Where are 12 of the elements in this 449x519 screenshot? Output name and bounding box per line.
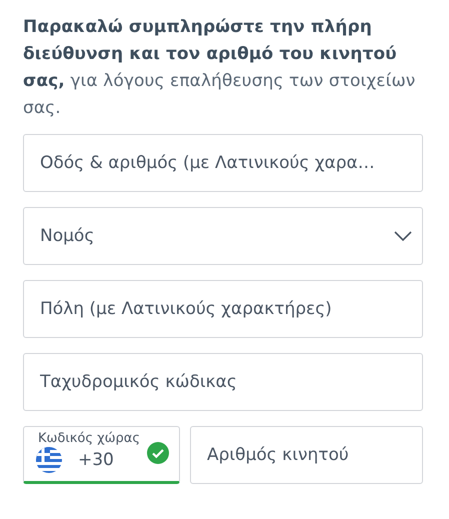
phone-input-field[interactable]: Αριθμός κινητού — [190, 426, 423, 484]
check-icon — [147, 442, 169, 464]
flag-icon — [36, 447, 62, 473]
chevron-icon — [394, 231, 412, 241]
dropdown-field[interactable]: Νομός — [23, 207, 423, 265]
input-field[interactable]: Ταχυδρομικός κώδικας — [23, 353, 423, 411]
country-code: +30 — [78, 450, 114, 470]
input-field[interactable]: Πόλη (με Λατινικούς χαρακτήρες) — [23, 280, 423, 338]
input-field[interactable]: Οδός & αριθμός (με Λατινικούς χαρα… — [23, 134, 423, 192]
field-label: Κωδικός χώρας — [38, 431, 141, 446]
country-code-field[interactable]: Κωδικός χώρας +30 — [23, 426, 180, 484]
instruction-text: Παρακαλώ συμπληρώστε την πλήρη διεύθυνση και τον αριθμό του κινητού σας, για λόγους επαλήθευσης των στοιχείων σας. — [23, 16, 416, 120]
